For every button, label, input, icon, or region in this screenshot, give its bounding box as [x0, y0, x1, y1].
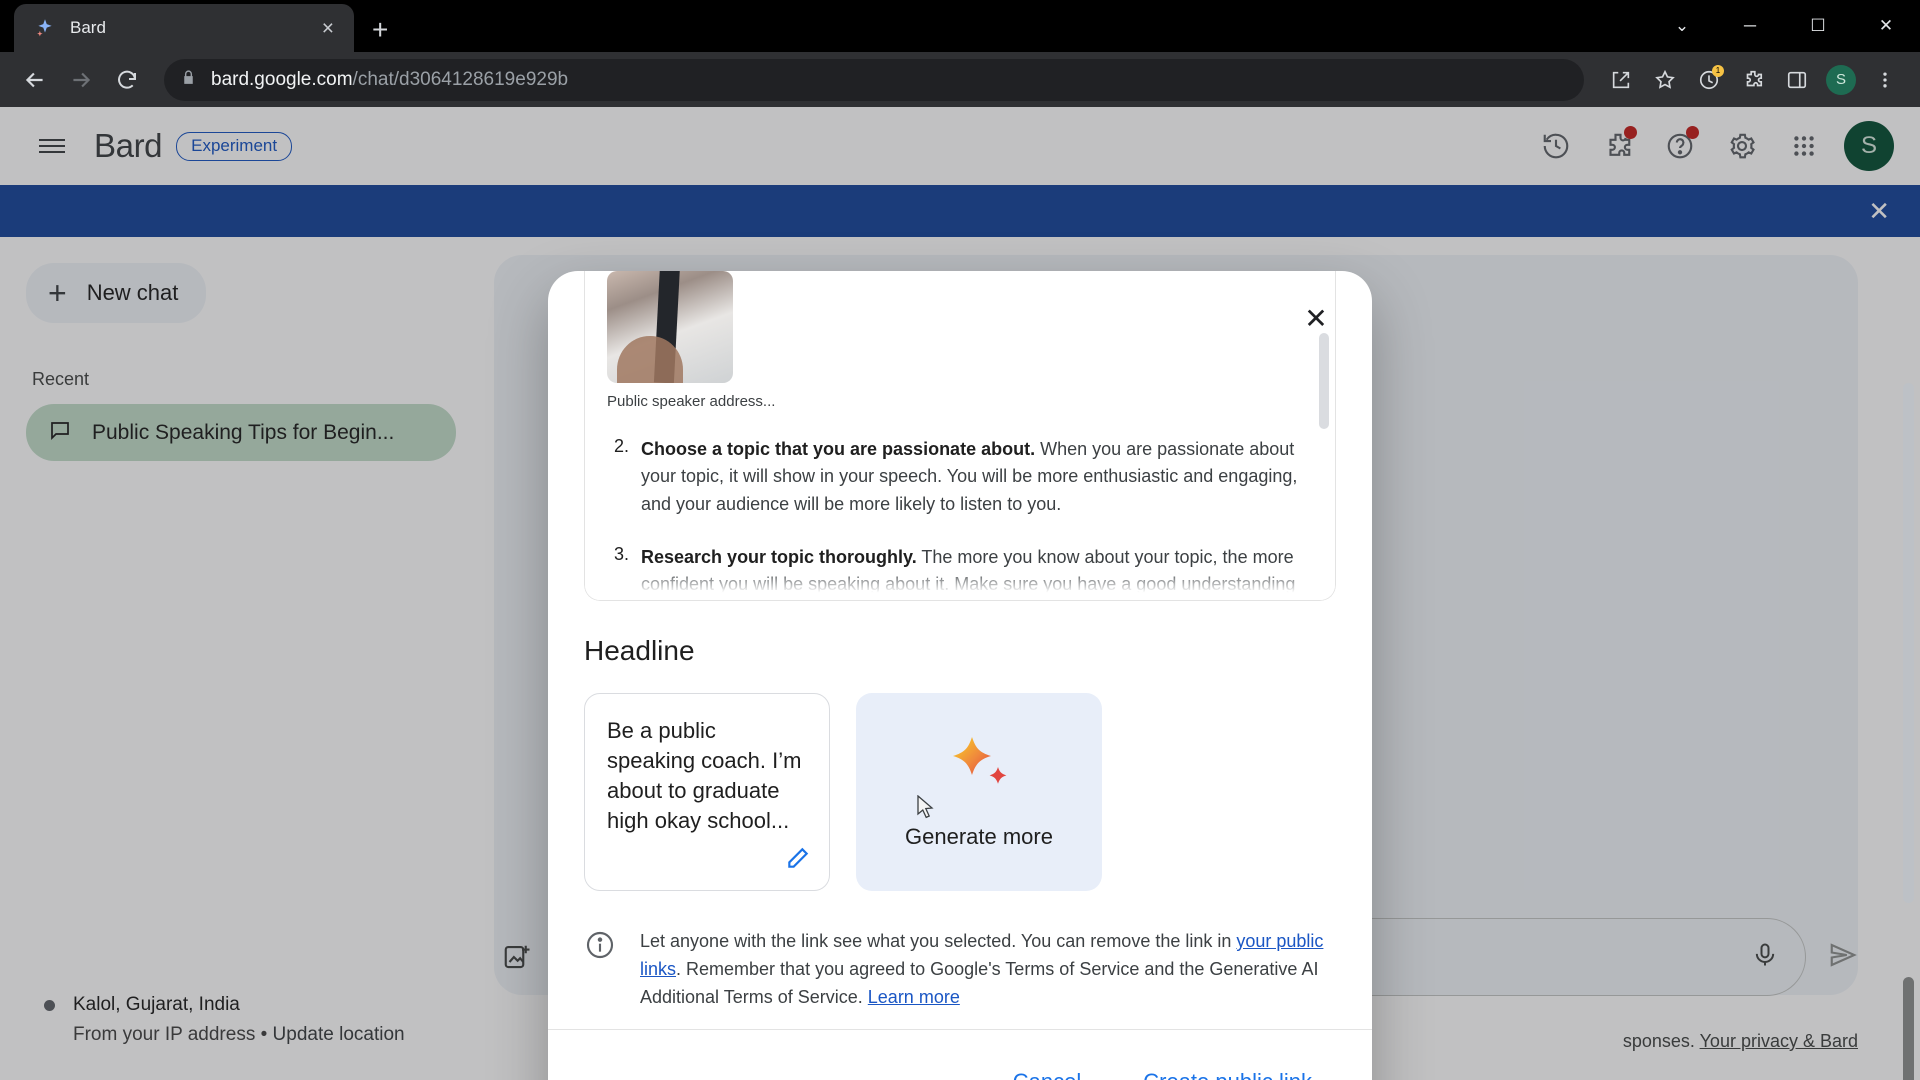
update-icon[interactable]: 1 [1688, 59, 1730, 101]
lock-icon [180, 69, 197, 91]
edit-pencil-icon[interactable] [785, 845, 811, 876]
public-speaker-image [607, 271, 733, 383]
headline-cards: Be a public speaking coach. I’m about to… [584, 693, 1336, 891]
learn-more-link[interactable]: Learn more [868, 987, 960, 1007]
new-tab-button[interactable]: + [372, 16, 388, 44]
image-caption: Public speaker address... [607, 393, 776, 410]
preview-scrollbar[interactable] [1319, 333, 1329, 429]
chrome-menu-icon[interactable] [1864, 59, 1906, 101]
list-text-bold: Choose a topic that you are passionate a… [641, 439, 1036, 459]
url-text: bard.google.com/chat/d3064128619e929b [211, 69, 568, 91]
share-icon[interactable] [1600, 59, 1642, 101]
browser-titlebar: Bard × + ⌄ ─ ☐ ✕ [0, 0, 1920, 52]
window-close-icon[interactable]: ✕ [1852, 0, 1920, 52]
address-bar[interactable]: bard.google.com/chat/d3064128619e929b [164, 58, 1584, 101]
back-icon[interactable] [14, 59, 56, 101]
sparkle-icon [946, 735, 1012, 802]
window-minimize-icon[interactable]: ─ [1716, 0, 1784, 52]
url-path: /chat/d3064128619e929b [352, 68, 569, 90]
browser-toolbar: bard.google.com/chat/d3064128619e929b 1 … [0, 52, 1920, 107]
mouse-cursor [916, 794, 936, 826]
headline-option-card[interactable]: Be a public speaking coach. I’m about to… [584, 693, 830, 891]
browser-tab[interactable]: Bard × [14, 4, 354, 52]
cancel-button[interactable]: Cancel [999, 1057, 1095, 1080]
info-part-1: Let anyone with the link see what you se… [640, 931, 1237, 951]
section-title-headline: Headline [584, 635, 695, 666]
update-badge: 1 [1712, 64, 1724, 77]
info-part-2: . Remember that you agreed to Google's T… [640, 959, 1319, 1008]
tab-title: Bard [70, 18, 106, 37]
close-icon[interactable]: ✕ [1296, 299, 1336, 339]
generate-more-label: Generate more [905, 823, 1053, 849]
reload-icon[interactable] [106, 59, 148, 101]
browser-tool-icons: 1 S [1600, 59, 1906, 101]
chat-preview-card: Public speaker address... 2. Choose a to… [584, 271, 1336, 601]
bard-page: Bard Experiment S ✕ + New chat Recent Pu… [0, 107, 1920, 1080]
profile-avatar[interactable]: S [1820, 59, 1862, 101]
side-panel-icon[interactable] [1776, 59, 1818, 101]
profile-initial: S [1826, 64, 1856, 95]
chat-preview-inner: Public speaker address... 2. Choose a to… [584, 271, 1336, 601]
window-maximize-icon[interactable]: ☐ [1784, 0, 1852, 52]
url-domain: bard.google.com [211, 68, 353, 90]
headline-text: Be a public speaking coach. I’m about to… [607, 718, 802, 833]
info-disclaimer: Let anyone with the link see what you se… [584, 927, 1336, 1011]
info-text: Let anyone with the link see what you se… [640, 927, 1326, 1011]
bookmark-star-icon[interactable] [1644, 59, 1686, 101]
dialog-footer: Cancel Create public link [548, 1029, 1372, 1080]
window-minimize-group-icon[interactable]: ⌄ [1648, 0, 1716, 52]
dialog-scroll-area: Public speaker address... 2. Choose a to… [548, 271, 1372, 1029]
tab-close-icon[interactable]: × [314, 14, 342, 43]
generate-more-button[interactable]: Generate more [856, 693, 1102, 891]
preview-fade [585, 570, 1335, 600]
create-public-link-button[interactable]: Create public link [1129, 1057, 1326, 1080]
list-item: 2. Choose a topic that you are passionat… [607, 436, 1313, 518]
bard-sparkle-icon [34, 17, 56, 39]
list-number: 2. [613, 436, 629, 456]
extensions-puzzle-icon[interactable] [1732, 59, 1774, 101]
list-text: Choose a topic that you are passionate a… [641, 436, 1313, 518]
window-controls: ⌄ ─ ☐ ✕ [1648, 0, 1920, 52]
forward-icon[interactable] [60, 59, 102, 101]
list-text-bold: Research your topic thoroughly. [641, 547, 917, 568]
dialog-scrollbar[interactable] [1903, 383, 1914, 903]
info-icon [584, 929, 618, 1011]
share-public-link-dialog: ✕ Public speaker address... 2. Choose a … [548, 271, 1372, 1080]
